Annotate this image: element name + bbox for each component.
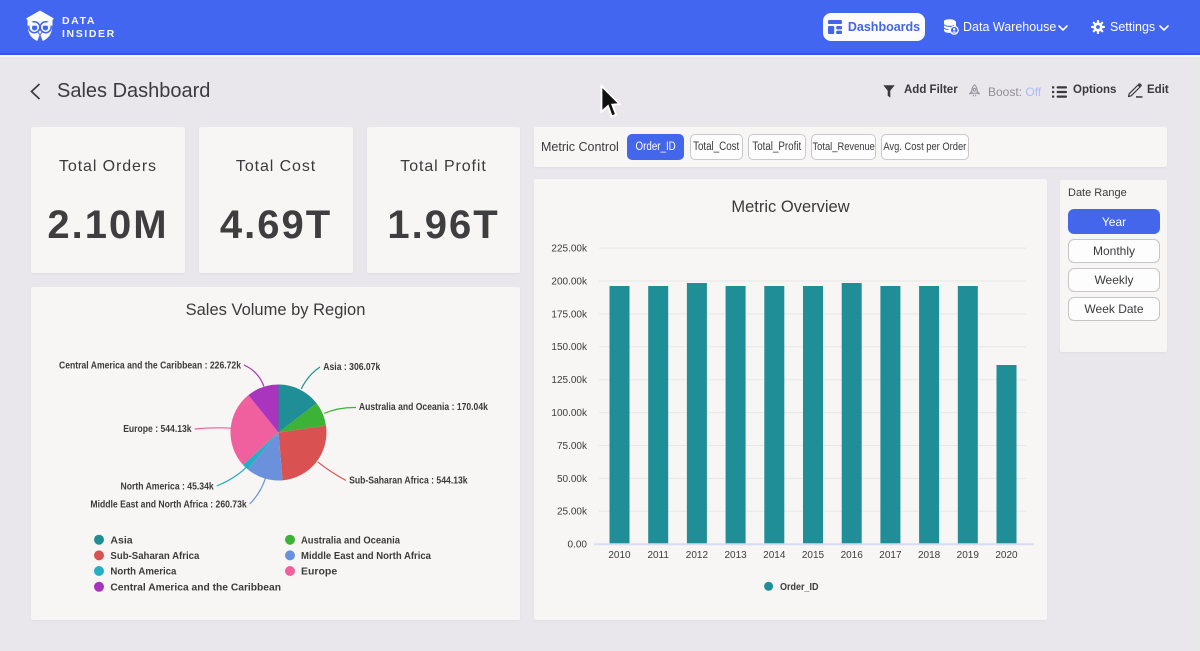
svg-text:Central America and the Caribb: Central America and the Caribbean : 226.… <box>59 360 241 371</box>
svg-text:North America : 45.34k: North America : 45.34k <box>121 481 215 492</box>
svg-text:125.00k: 125.00k <box>551 375 588 386</box>
svg-text:75.00k: 75.00k <box>557 441 588 452</box>
svg-text:225.00k: 225.00k <box>551 244 588 255</box>
svg-text:175.00k: 175.00k <box>551 309 588 320</box>
svg-text:Europe: Europe <box>301 566 337 578</box>
svg-text:Asia: Asia <box>110 534 132 546</box>
svg-text:100.00k: 100.00k <box>551 408 588 419</box>
svg-text:Middle East and North Africa: Middle East and North Africa <box>301 550 431 562</box>
svg-text:2016: 2016 <box>841 550 864 561</box>
svg-text:Sub-Saharan Africa : 544.13k: Sub-Saharan Africa : 544.13k <box>349 476 468 487</box>
svg-text:2010: 2010 <box>608 550 631 561</box>
svg-text:Sub-Saharan Africa: Sub-Saharan Africa <box>110 550 199 562</box>
svg-text:North America: North America <box>110 566 176 578</box>
svg-text:Middle East and North Africa :: Middle East and North Africa : 260.73k <box>90 499 247 510</box>
svg-text:2019: 2019 <box>957 550 980 561</box>
svg-text:2012: 2012 <box>686 550 709 561</box>
svg-text:0.00: 0.00 <box>568 540 588 551</box>
svg-text:2015: 2015 <box>802 550 825 561</box>
svg-text:Europe : 544.13k: Europe : 544.13k <box>123 424 192 435</box>
svg-text:2014: 2014 <box>763 550 786 561</box>
svg-text:Australia and Oceania : 170.04: Australia and Oceania : 170.04k <box>359 402 488 413</box>
svg-text:Asia : 306.07k: Asia : 306.07k <box>323 362 380 373</box>
svg-text:Central America and the Caribb: Central America and the Caribbean <box>110 582 281 594</box>
svg-text:25.00k: 25.00k <box>557 507 588 518</box>
svg-text:50.00k: 50.00k <box>557 474 588 485</box>
svg-text:150.00k: 150.00k <box>551 342 588 353</box>
svg-text:2013: 2013 <box>724 550 747 561</box>
svg-text:Australia and Oceania: Australia and Oceania <box>301 534 400 546</box>
svg-text:2017: 2017 <box>879 550 902 561</box>
svg-text:2011: 2011 <box>647 550 669 561</box>
svg-text:2018: 2018 <box>918 550 941 561</box>
svg-text:Order_ID: Order_ID <box>780 582 819 593</box>
svg-text:200.00k: 200.00k <box>551 276 588 287</box>
svg-text:2020: 2020 <box>995 550 1018 561</box>
